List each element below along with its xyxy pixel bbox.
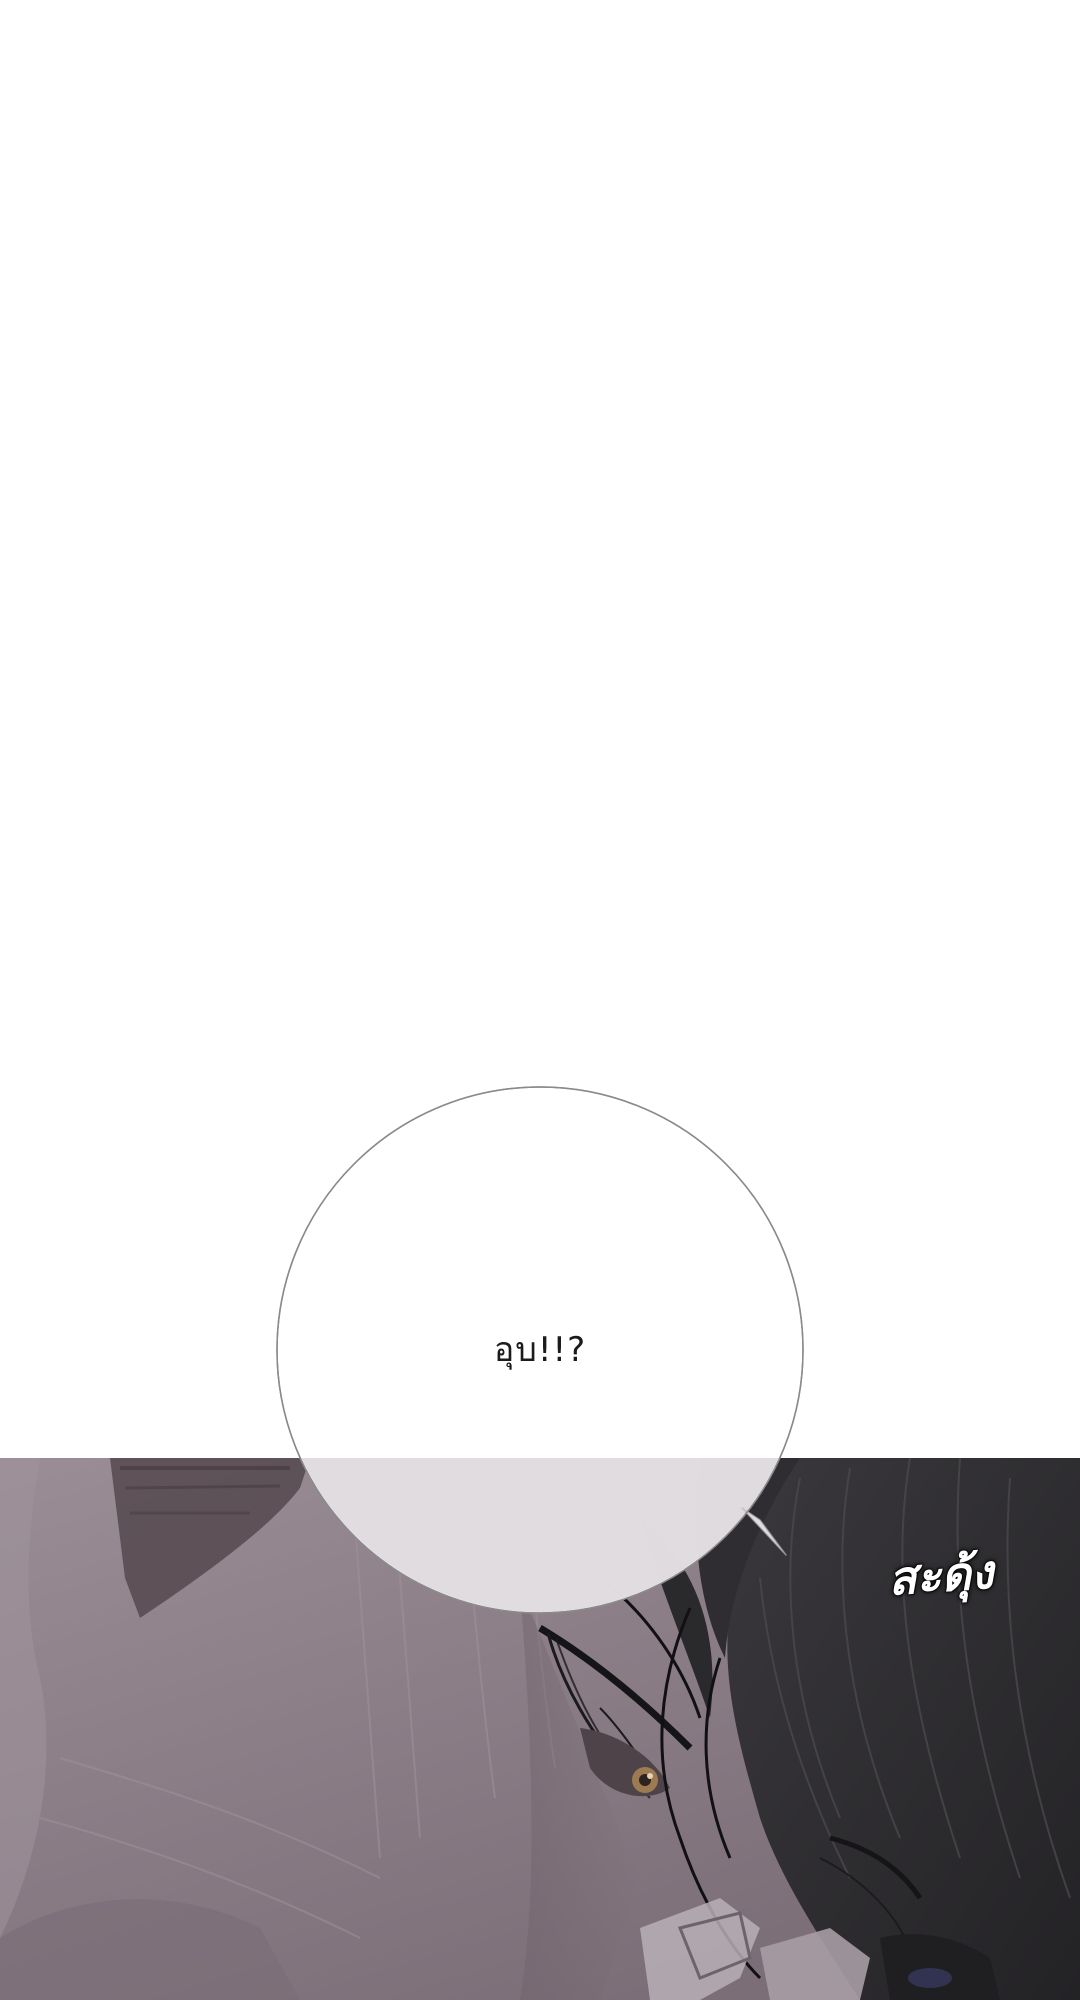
speech-bubble-text: อุบ!!?: [493, 1330, 587, 1370]
blank-panel-space: [0, 0, 1080, 1458]
comic-page: อุบ!!? สะดุ้ง: [0, 0, 1080, 2000]
sound-effect-text: สะดุ้ง: [885, 1544, 996, 1607]
